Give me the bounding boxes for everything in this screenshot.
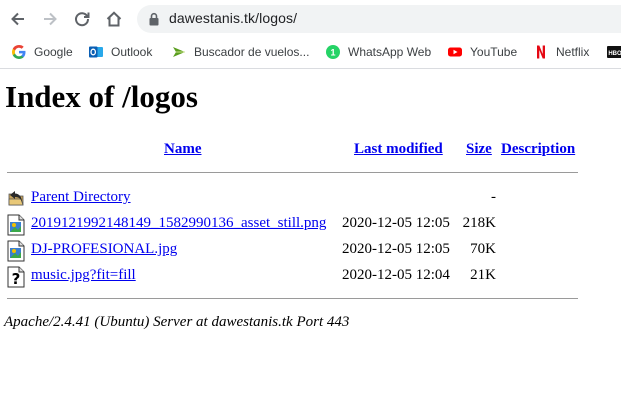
url-text: dawestanis.tk/logos/ (169, 10, 298, 26)
svg-text:1: 1 (330, 48, 335, 58)
bookmark-netflix[interactable]: Netflix (533, 42, 589, 62)
bookmark-google[interactable]: Google (11, 42, 73, 62)
svg-text:HBO: HBO (608, 51, 621, 57)
file-modified: 2020-12-05 12:05 (342, 241, 450, 257)
file-link[interactable]: Parent Directory (31, 189, 131, 206)
table-divider-bottom (7, 298, 578, 299)
table-row: Parent Directory - (0, 186, 621, 210)
outlook-icon (89, 46, 103, 58)
page-content: Index of /logos Name Last modified Size … (0, 69, 621, 406)
back-folder-icon (8, 191, 24, 206)
reload-icon (75, 12, 90, 27)
file-link[interactable]: 2019121992148149_1582990136_asset_still.… (31, 215, 326, 232)
arrow-left-icon (11, 12, 24, 26)
back-button[interactable] (7, 8, 29, 30)
table-row: DJ-PROFESIONAL.jpg 2020-12-05 12:05 70K (0, 238, 621, 262)
file-link[interactable]: DJ-PROFESIONAL.jpg (31, 241, 177, 258)
column-header-name[interactable]: Name (164, 141, 202, 158)
unknown-file-icon: ? (7, 266, 25, 288)
column-header-description[interactable]: Description (501, 141, 575, 158)
youtube-icon (448, 47, 462, 57)
home-button[interactable] (103, 8, 125, 30)
address-bar[interactable]: dawestanis.tk/logos/ (137, 5, 621, 33)
file-size: 70K (470, 241, 496, 257)
table-divider-top (7, 172, 578, 173)
file-modified: 2020-12-05 12:05 (342, 215, 450, 231)
netflix-icon (537, 45, 545, 59)
bookmark-label: Google (34, 45, 73, 59)
hbo-icon: HBO (607, 46, 621, 58)
file-size: 21K (470, 267, 496, 283)
file-link[interactable]: music.jpg?fit=fill (31, 267, 136, 284)
arrow-right-icon (44, 12, 57, 26)
file-modified: 2020-12-05 12:04 (342, 267, 450, 283)
server-signature: Apache/2.4.41 (Ubuntu) Server at dawesta… (4, 314, 350, 330)
bookmark-label: Netflix (556, 45, 590, 59)
flight-search-icon (173, 47, 185, 57)
image-file-icon (7, 240, 25, 262)
bookmark-whatsapp[interactable]: 1 WhatsApp Web (325, 42, 431, 62)
bookmark-flight-search[interactable]: Buscador de vuelos... (171, 42, 309, 62)
table-row: 2019121992148149_1582990136_asset_still.… (0, 212, 621, 236)
bookmark-hbo[interactable]: HBO (607, 42, 621, 62)
reload-button[interactable] (71, 8, 93, 30)
home-icon (106, 11, 122, 27)
bookmark-outlook[interactable]: Outlook (88, 42, 152, 62)
lock-icon (149, 12, 159, 26)
bookmarks-bar: Google Outlook Buscador de vuelos... 1 W… (0, 38, 621, 65)
bookmark-label: YouTube (470, 45, 518, 59)
browser-toolbar: dawestanis.tk/logos/ (0, 0, 621, 38)
bookmark-label: Outlook (111, 45, 153, 59)
bookmark-label: WhatsApp Web (348, 45, 432, 59)
column-header-last-modified[interactable]: Last modified (354, 141, 443, 158)
column-header-size[interactable]: Size (466, 141, 492, 158)
whatsapp-icon: 1 (326, 45, 340, 59)
bookmark-youtube[interactable]: YouTube (447, 42, 517, 62)
image-file-icon (7, 214, 25, 236)
page-title: Index of /logos (5, 79, 198, 114)
file-size: - (491, 189, 496, 205)
svg-text:?: ? (12, 270, 21, 288)
forward-button[interactable] (39, 8, 61, 30)
file-size: 218K (462, 215, 496, 231)
bookmark-label: Buscador de vuelos... (194, 45, 310, 59)
table-row: ? music.jpg?fit=fill 2020-12-05 12:04 21… (0, 264, 621, 288)
google-icon (12, 45, 26, 59)
